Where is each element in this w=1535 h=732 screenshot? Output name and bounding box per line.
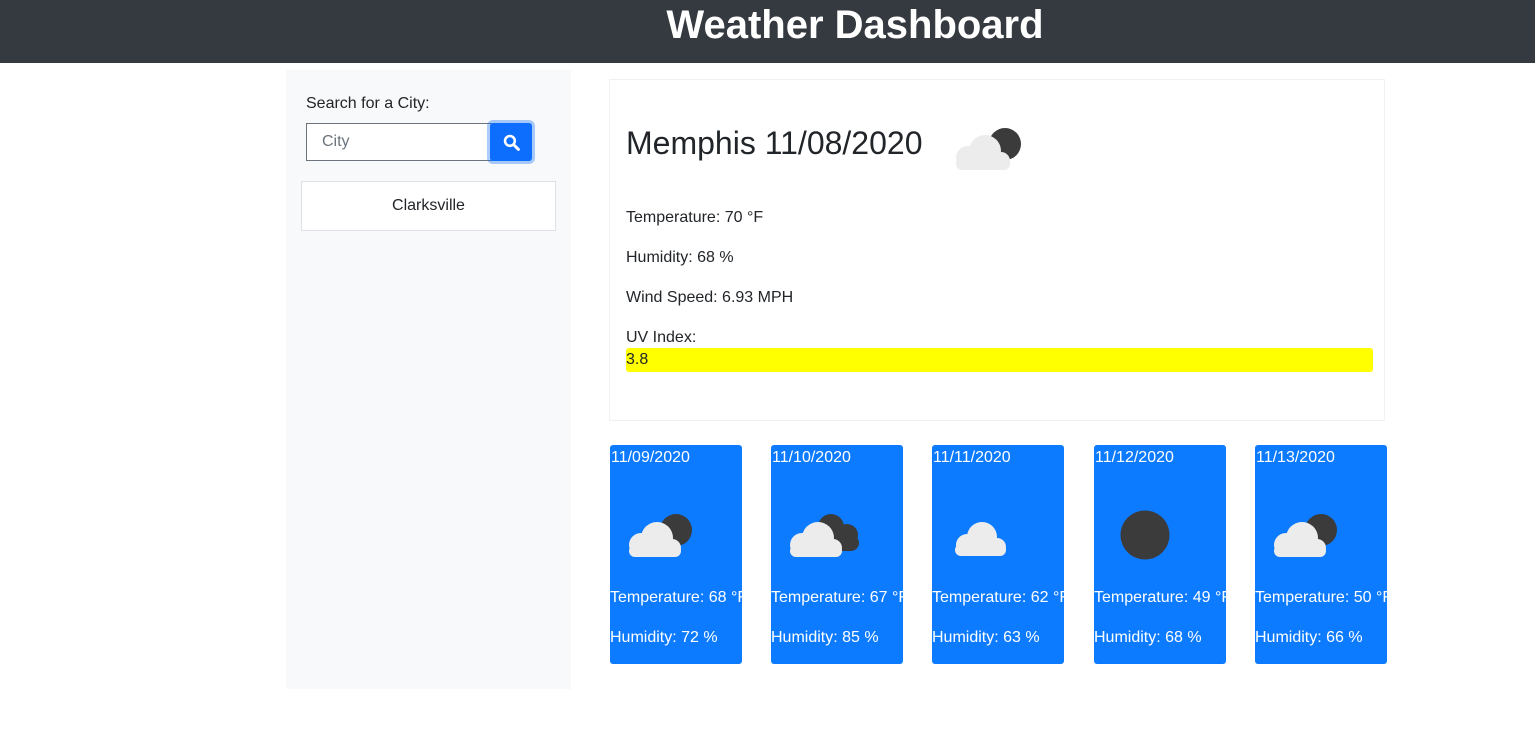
forecast-card-4: 11/12/2020 Temperature: 49 °F Humidity: … (1094, 445, 1226, 664)
forecast-date: 11/11/2020 (933, 449, 1011, 466)
sidebar: Search for a City: Clarksville (286, 70, 571, 689)
forecast-humidity: Humidity: 63 % (932, 629, 1040, 646)
forecast-humidity: Humidity: 68 % (1094, 629, 1202, 646)
uv-index-label: UV Index: (626, 329, 697, 346)
current-weather-card: Memphis 11/08/2020 Temperature: 70 °F Hu… (609, 79, 1385, 421)
history-item-clarksville[interactable]: Clarksville (301, 181, 556, 231)
forecast-date: 11/13/2020 (1256, 449, 1335, 466)
partly-cloudy-night-icon (956, 128, 1021, 170)
city-search-input[interactable] (306, 123, 492, 161)
forecast-date: 11/09/2020 (611, 449, 690, 466)
forecast-humidity: Humidity: 72 % (610, 629, 718, 646)
clear-night-icon (1120, 510, 1170, 560)
city-date-title: Memphis 11/08/2020 (626, 125, 923, 161)
forecast-humidity: Humidity: 66 % (1255, 629, 1363, 646)
search-label: Search for a City: (306, 95, 430, 112)
forecast-card-5: 11/13/2020 Temperature: 50 °F Humidity: … (1255, 445, 1387, 664)
forecast-date: 11/10/2020 (772, 449, 851, 466)
uv-index-value: 3.8 (626, 348, 1373, 372)
partly-cloudy-night-icon (629, 514, 692, 557)
search-button[interactable] (490, 123, 532, 161)
forecast-humidity: Humidity: 85 % (771, 629, 879, 646)
broken-clouds-night-icon (790, 514, 859, 557)
forecast-card-2: 11/10/2020 Temperature: 67 °F Humidity: … (771, 445, 903, 664)
partly-cloudy-night-icon (1274, 514, 1337, 557)
search-icon (503, 134, 520, 151)
forecast-temperature: Temperature: 67 °F (771, 589, 903, 606)
forecast-card-3: 11/11/2020 Temperature: 62 °F Humidity: … (932, 445, 1064, 664)
forecast-temperature: Temperature: 68 °F (610, 589, 742, 606)
current-humidity: Humidity: 68 % (626, 249, 734, 266)
forecast-temperature: Temperature: 50 °F (1255, 589, 1387, 606)
forecast-date: 11/12/2020 (1095, 449, 1174, 466)
forecast-card-1: 11/09/2020 Temperature: 68 °F Humidity: … (610, 445, 742, 664)
current-wind-speed: Wind Speed: 6.93 MPH (626, 289, 794, 306)
forecast-temperature: Temperature: 49 °F (1094, 589, 1226, 606)
header-bar: Weather Dashboard (0, 0, 1535, 63)
current-temperature: Temperature: 70 °F (626, 209, 764, 226)
cloud-icon (955, 522, 1006, 556)
page-title: Weather Dashboard (666, 3, 1044, 47)
forecast-temperature: Temperature: 62 °F (932, 589, 1064, 606)
